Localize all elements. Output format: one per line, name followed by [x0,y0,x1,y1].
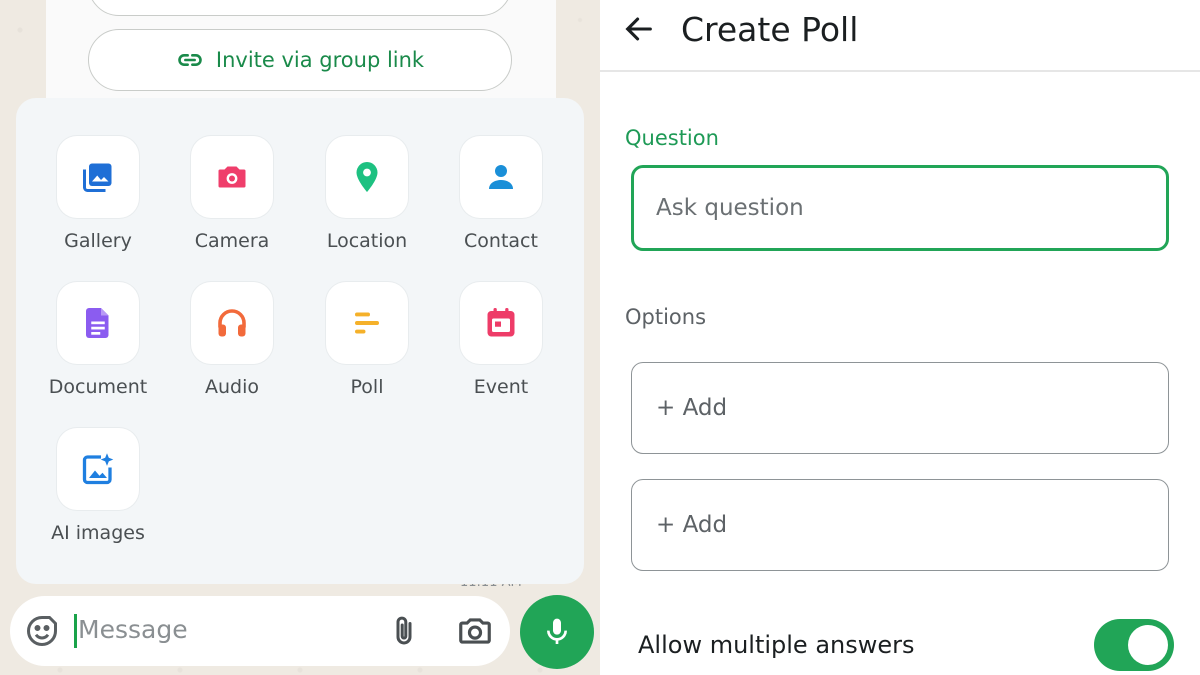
message-composer: Message [10,596,510,666]
location-pin-icon [356,162,378,192]
group-action-button[interactable] [88,0,512,16]
sticker-icon[interactable] [24,613,60,649]
camera-icon[interactable] [456,612,494,650]
ai-image-icon [82,453,114,485]
invite-via-link-button[interactable]: Invite via group link [88,29,512,91]
chat-pane: Invite via group link 11:11 AM Gallery [0,0,600,675]
ai-images-tile [57,428,139,510]
attach-location[interactable]: Location [307,136,427,252]
headphones-icon [218,309,246,337]
attach-contact[interactable]: Contact [441,136,561,252]
attach-document[interactable]: Document [38,282,158,398]
invite-label: Invite via group link [215,48,425,72]
event-tile [460,282,542,364]
message-input[interactable]: Message [78,615,188,644]
attach-poll[interactable]: Poll [307,282,427,398]
microphone-icon [547,618,567,644]
location-tile [326,136,408,218]
link-icon [178,54,202,66]
attach-gallery[interactable]: Gallery [38,136,158,252]
contact-icon [489,165,513,189]
option-input-2[interactable] [631,479,1169,571]
poll-icon [355,312,379,334]
app-bar: Create Poll [600,0,1200,72]
question-label: Question [625,126,719,150]
gallery-tile [57,136,139,218]
attach-label: Contact [464,230,538,252]
attach-label: Location [326,230,408,252]
attach-label: Gallery [64,230,132,252]
page-title: Create Poll [681,10,859,49]
allow-multiple-toggle[interactable] [1094,619,1174,671]
poll-tile [326,282,408,364]
attach-audio[interactable]: Audio [172,282,292,398]
attach-label: Poll [350,376,384,398]
document-tile [57,282,139,364]
attach-label: Document [48,376,148,398]
options-label: Options [625,305,707,329]
attach-ai-images[interactable]: AI images [38,428,158,544]
camera-tile [191,136,273,218]
toggle-knob [1128,625,1168,665]
document-icon [86,308,109,338]
attach-label: Event [473,376,529,398]
gallery-icon [83,163,112,192]
attach-camera[interactable]: Camera [172,136,292,252]
question-input[interactable] [631,165,1169,251]
option-input-1[interactable] [631,362,1169,454]
back-arrow-icon[interactable] [622,12,656,46]
contact-tile [460,136,542,218]
allow-multiple-label: Allow multiple answers [638,631,915,659]
attach-label: AI images [51,522,145,544]
create-poll-pane: Create Poll Question Options Allow multi… [600,0,1200,675]
audio-tile [191,282,273,364]
voice-record-button[interactable] [520,595,594,669]
camera-icon [218,166,246,188]
calendar-icon [487,308,515,337]
attach-label: Audio [204,376,259,398]
attach-label: Camera [194,230,270,252]
attachment-sheet: Gallery Camera Location Contact Document… [16,98,584,584]
text-caret [74,614,77,648]
attach-event[interactable]: Event [441,282,561,398]
attach-paperclip-icon[interactable] [386,612,422,650]
